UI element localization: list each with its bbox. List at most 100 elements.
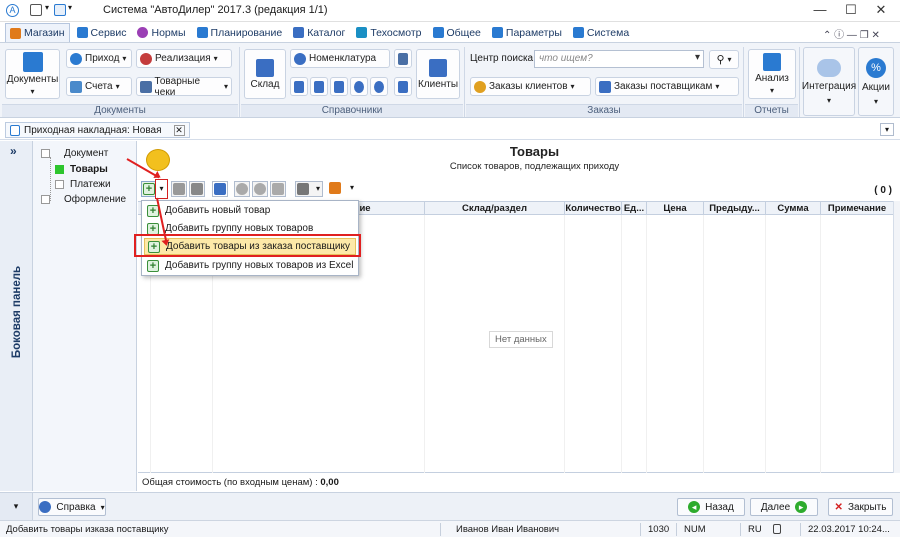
minimize-button[interactable]: — bbox=[805, 0, 835, 22]
parameters-icon bbox=[491, 27, 503, 38]
document-tab[interactable]: Приходная накладная: Новая ✕ bbox=[5, 122, 190, 138]
add-dropdown-button[interactable]: ▾ bbox=[155, 179, 168, 199]
goods-search-icon bbox=[329, 182, 341, 194]
documents-button[interactable]: Документы ▾ bbox=[5, 49, 60, 99]
catalog-icon bbox=[293, 27, 305, 38]
delete-icon bbox=[173, 183, 185, 195]
ribbon: Документы ▾ Приход ▾ Реализация ▾ Счета ▾ То… bbox=[0, 43, 900, 118]
ref-calc-button[interactable] bbox=[330, 77, 348, 96]
checkbox-icon bbox=[55, 180, 64, 189]
help-icon bbox=[39, 501, 52, 513]
sales-receipts-button[interactable]: Товарные чеки ▾ bbox=[136, 76, 232, 98]
pen-icon bbox=[398, 80, 408, 93]
tool-1-button[interactable] bbox=[234, 181, 250, 197]
new-window-dropdown-icon[interactable]: ▾ bbox=[45, 3, 49, 12]
tab-shop[interactable]: Магазин bbox=[5, 23, 70, 42]
add-icon: + bbox=[143, 183, 155, 195]
sales-button[interactable]: Реализация ▾ bbox=[136, 49, 232, 68]
supplier-orders-icon bbox=[599, 80, 611, 93]
maximize-button[interactable]: ☐ bbox=[836, 0, 866, 22]
documents-dropdown-icon: ▾ bbox=[30, 87, 35, 96]
tab-service[interactable]: Сервис bbox=[73, 23, 131, 42]
analysis-button[interactable]: Анализ ▾ bbox=[748, 49, 796, 99]
side-panel-label: Боковая панель bbox=[11, 265, 23, 359]
tab-planning[interactable]: Планирование bbox=[193, 23, 287, 42]
close-button[interactable]: ✕ Закрыть bbox=[828, 498, 893, 516]
next-button[interactable]: Далее ▸ bbox=[750, 498, 818, 516]
column-header-quantity[interactable]: Количество bbox=[564, 202, 621, 215]
promotions-button[interactable]: % Акции ▾ bbox=[858, 47, 894, 116]
window-title: Система "АвтоДилер" 2017.3 (редакция 1/1… bbox=[103, 4, 328, 16]
moon-icon bbox=[374, 80, 384, 93]
nomenclature-button[interactable]: Номенклатура bbox=[290, 49, 390, 68]
column-header-warehouse[interactable]: Склад/раздел bbox=[424, 202, 564, 215]
receipt-button[interactable]: Приход ▾ bbox=[66, 49, 132, 68]
tab-menu-icon[interactable]: ▾ bbox=[880, 123, 894, 136]
new-window-icon[interactable] bbox=[30, 4, 42, 16]
integration-button[interactable]: Интеграция ▾ bbox=[802, 47, 856, 116]
tab-parameters[interactable]: Параметры bbox=[488, 23, 566, 42]
search-dropdown-icon[interactable]: ▾ bbox=[695, 52, 700, 63]
ref-pen-button[interactable] bbox=[394, 77, 412, 96]
edit-button[interactable] bbox=[189, 181, 205, 197]
help-button[interactable]: Справка ▾ bbox=[38, 498, 106, 516]
invoices-button[interactable]: Счета ▾ bbox=[66, 77, 132, 96]
side-panel[interactable]: » Боковая панель bbox=[0, 141, 33, 491]
warehouse-button[interactable]: Склад bbox=[244, 49, 286, 99]
column-header-price[interactable]: Цена bbox=[646, 202, 703, 215]
column-header-note[interactable]: Примечание bbox=[820, 202, 893, 215]
lock-icon bbox=[773, 524, 781, 534]
close-window-button[interactable]: ✕ bbox=[866, 0, 896, 22]
tab-norms[interactable]: Нормы bbox=[133, 23, 189, 42]
tool-5-button[interactable]: ▾ bbox=[328, 181, 354, 197]
bottom-bar: ▾ Справка ▾ ◂ Назад Далее ▸ ✕ Закрыть bbox=[0, 492, 900, 521]
ribbon-controls[interactable]: ⌃ ⓘ — ❐ ✕ bbox=[823, 26, 880, 41]
nav-item-goods[interactable]: Товары bbox=[55, 164, 108, 175]
columns-button[interactable] bbox=[212, 181, 228, 197]
side-panel-expand-icon[interactable]: ▾ bbox=[0, 493, 33, 521]
ref-person-button[interactable] bbox=[350, 77, 368, 96]
side-panel-toggle-icon[interactable]: » bbox=[10, 144, 17, 158]
delete-button[interactable] bbox=[171, 181, 187, 197]
client-orders-icon bbox=[474, 80, 486, 93]
tool-4-button[interactable]: ▾ bbox=[295, 181, 323, 197]
tab-general[interactable]: Общее bbox=[429, 23, 485, 42]
checkbox-icon bbox=[41, 195, 50, 204]
ref-list-button[interactable] bbox=[394, 49, 412, 68]
menu-item-add-new-goods[interactable]: + Добавить новый товар bbox=[144, 202, 356, 219]
ref-moon-button[interactable] bbox=[370, 77, 388, 96]
grid-scrollbar[interactable] bbox=[893, 201, 900, 473]
tool-2-button[interactable] bbox=[252, 181, 268, 197]
tool-3-button[interactable] bbox=[270, 181, 286, 197]
goods-count: ( 0 ) bbox=[874, 185, 892, 196]
ref-tag-button[interactable] bbox=[290, 77, 308, 96]
supplier-orders-button[interactable]: Заказы поставщикам ▾ bbox=[595, 77, 739, 96]
close-icon: ✕ bbox=[834, 501, 843, 513]
service-icon bbox=[76, 27, 88, 38]
column-header-sum[interactable]: Сумма bbox=[765, 202, 820, 215]
ref-goods-button[interactable] bbox=[310, 77, 328, 96]
column-header-unit[interactable]: Ед... bbox=[621, 202, 646, 215]
close-tab-icon[interactable]: ✕ bbox=[173, 124, 185, 136]
nav-item-payments[interactable]: Платежи bbox=[55, 179, 111, 190]
search-input[interactable]: что ищем? ▾ bbox=[534, 50, 704, 68]
nav-item-document[interactable]: Документ bbox=[41, 148, 108, 159]
tab-system[interactable]: Система bbox=[569, 23, 633, 42]
menu-item-add-from-excel[interactable]: + Добавить группу новых товаров из Excel bbox=[144, 257, 356, 274]
status-numlock: NUM bbox=[684, 524, 706, 535]
client-orders-button[interactable]: Заказы клиентов ▾ bbox=[470, 77, 591, 96]
quick-access-dropdown-icon[interactable]: ▾ bbox=[68, 3, 72, 12]
search-button[interactable]: ⚲ ▾ bbox=[709, 50, 739, 69]
column-header-previous[interactable]: Предыду... bbox=[703, 202, 765, 215]
search-icon: ⚲ bbox=[716, 54, 725, 66]
cloud-icon bbox=[817, 58, 841, 77]
tab-inspection[interactable]: Техосмотр bbox=[352, 23, 425, 42]
person-icon bbox=[354, 80, 364, 93]
status-user: Иванов Иван Иванович bbox=[456, 524, 560, 535]
tab-catalog[interactable]: Каталог bbox=[289, 23, 349, 42]
quick-access-icon[interactable] bbox=[54, 4, 66, 16]
clients-button[interactable]: Клиенты bbox=[416, 49, 460, 99]
nav-item-registration[interactable]: Оформление bbox=[41, 194, 126, 205]
back-button[interactable]: ◂ Назад bbox=[677, 498, 745, 516]
table-icon bbox=[297, 183, 309, 195]
